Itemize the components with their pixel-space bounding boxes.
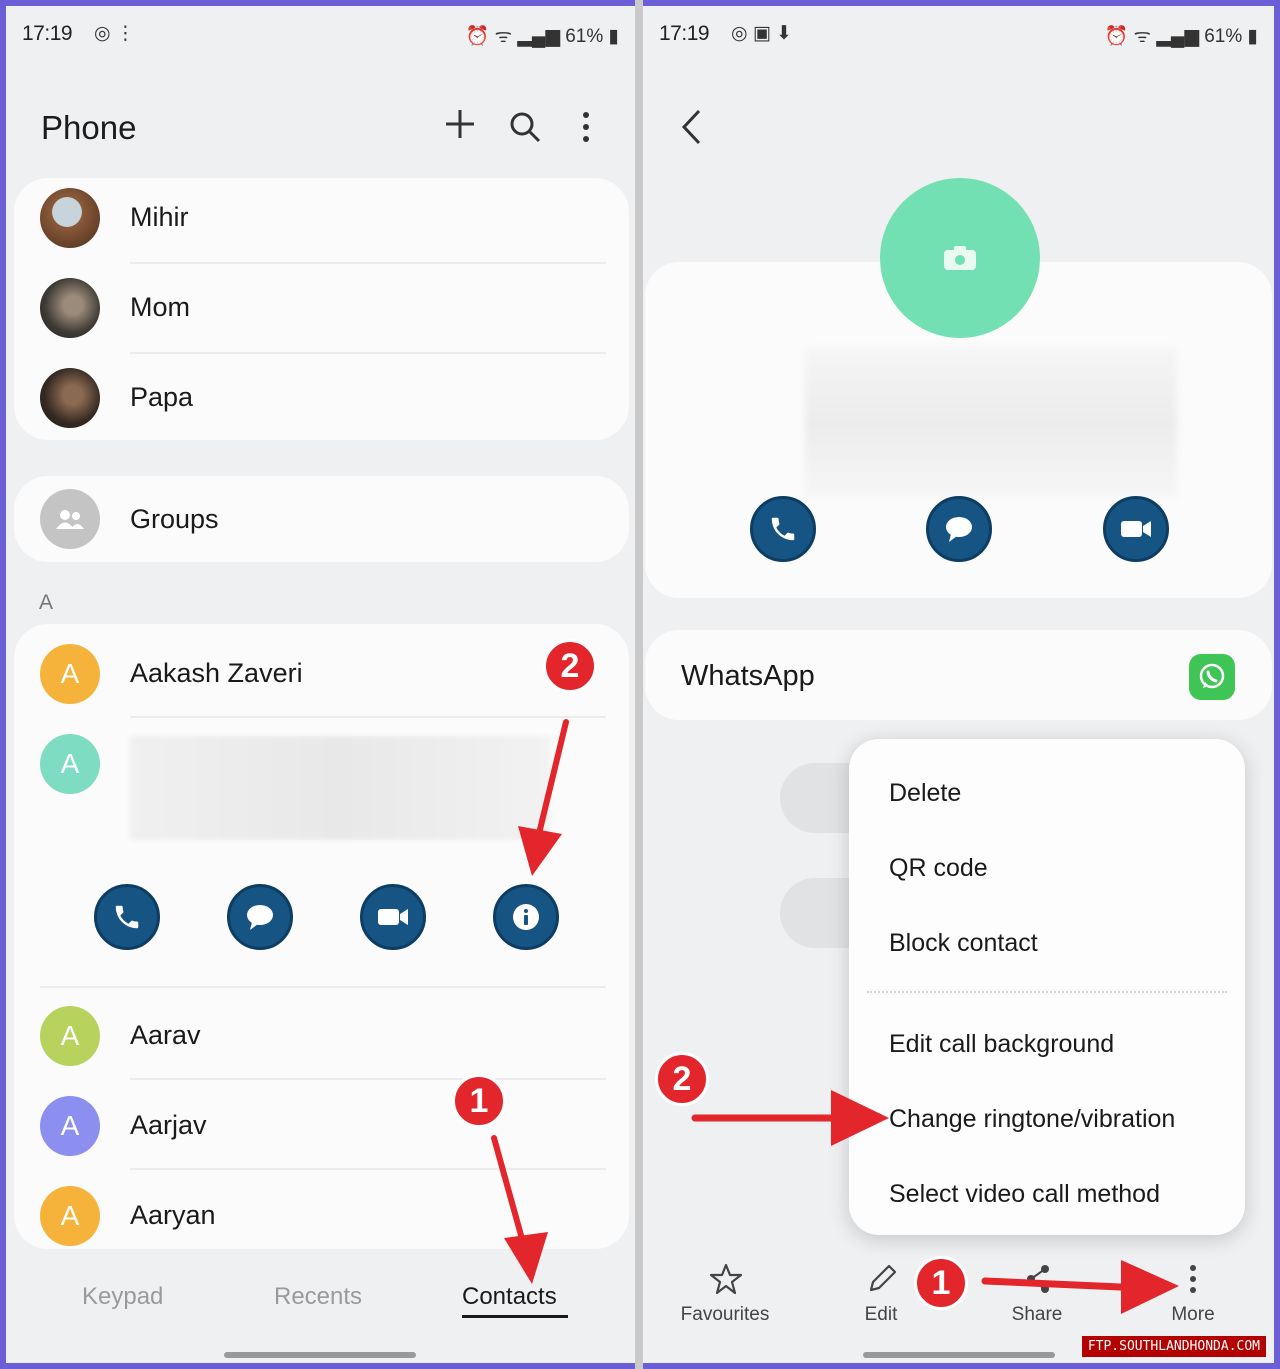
divider: [635, 0, 643, 1369]
contact-details-screen: 17:19 ◎ ▣ ⬇ ⏰ ᯤ ▂▄▆ 61% ▮ WhatsApp Delet…: [643, 6, 1274, 1363]
step-badge-2: 2: [655, 1052, 709, 1106]
contacts-screen: 17:19 ◎ ⋮ ⏰ ᯤ ▂▄▆ 61% ▮ Phone Mihir Mom …: [6, 6, 635, 1363]
step-badge-1: 1: [452, 1074, 506, 1128]
step-badge-2: 2: [543, 639, 597, 693]
step-badge-1: 1: [914, 1256, 968, 1310]
arrow-annotation: [691, 1090, 1179, 1314]
arrow-annotation: [491, 719, 569, 1284]
watermark: FTP.SOUTHLANDHONDA.COM: [1081, 1336, 1266, 1357]
